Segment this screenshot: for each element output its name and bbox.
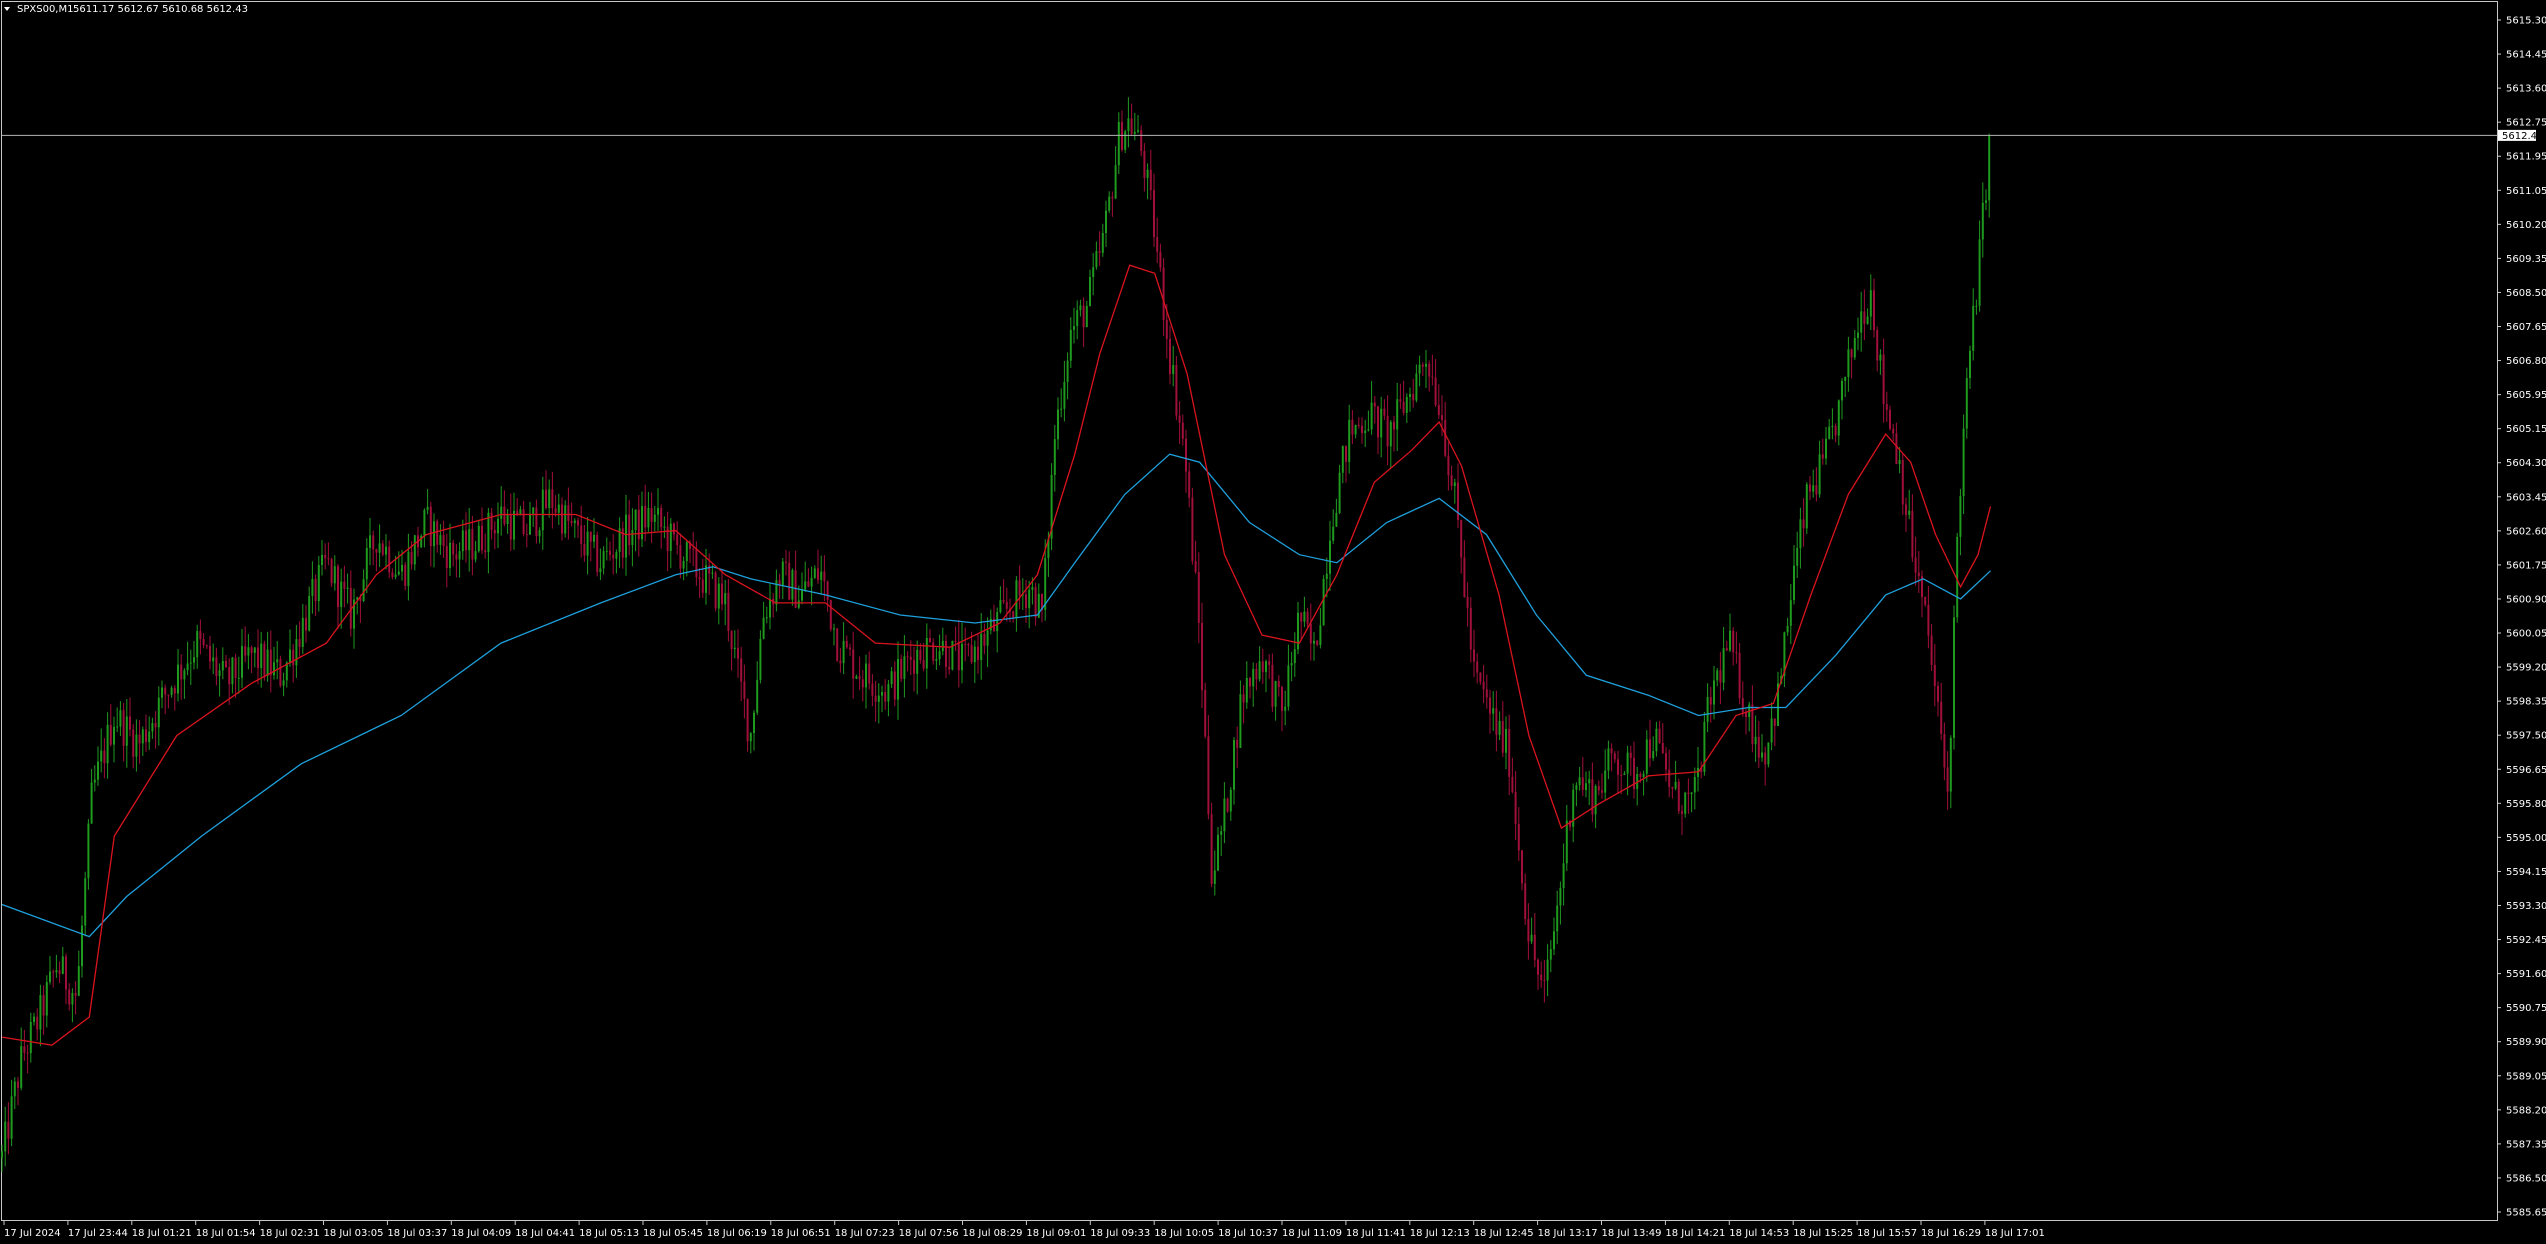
price-tick-label: 5599.20	[2506, 663, 2546, 674]
time-tick-label: 18 Jul 15:25	[1793, 1228, 1853, 1239]
candle	[564, 500, 567, 538]
last-price-label: 5612.43	[2502, 131, 2543, 142]
price-tick-label: 5600.05	[2506, 629, 2546, 640]
symbol-label: SPXS00,M1	[17, 4, 73, 15]
time-tick-label: 17 Jul 2024	[4, 1228, 61, 1239]
price-tick-label: 5613.60	[2506, 84, 2546, 95]
candle	[932, 638, 935, 665]
time-tick-label: 18 Jul 05:45	[643, 1228, 703, 1239]
time-tick-label: 18 Jul 06:19	[707, 1228, 767, 1239]
time-tick-label: 18 Jul 02:31	[260, 1228, 320, 1239]
candle	[1175, 356, 1178, 421]
price-tick-label: 5594.15	[2506, 867, 2546, 878]
time-tick-label: 18 Jul 07:56	[899, 1228, 959, 1239]
time-tick-label: 18 Jul 01:21	[132, 1228, 192, 1239]
candle	[829, 599, 832, 632]
price-tick-label: 5600.90	[2506, 594, 2546, 605]
time-tick-label: 18 Jul 11:09	[1282, 1228, 1342, 1239]
price-tick-label: 5615.30	[2506, 16, 2546, 27]
time-tick-label: 18 Jul 04:09	[451, 1228, 511, 1239]
time-tick-label: 18 Jul 10:37	[1218, 1228, 1278, 1239]
candle	[714, 570, 717, 612]
price-tick-label: 5603.45	[2506, 492, 2546, 503]
time-tick-label: 18 Jul 16:29	[1921, 1228, 1981, 1239]
time-tick-label: 18 Jul 17:01	[1985, 1228, 2045, 1239]
candle	[330, 557, 333, 587]
price-tick-label: 5608.50	[2506, 288, 2546, 299]
candle	[279, 655, 282, 688]
candle	[1204, 682, 1207, 739]
price-tick-label: 5587.35	[2506, 1139, 2546, 1150]
price-tick-label: 5591.60	[2506, 969, 2546, 980]
price-tick-label: 5605.95	[2506, 390, 2546, 401]
candle	[1191, 487, 1194, 565]
time-tick-label: 18 Jul 13:17	[1538, 1228, 1598, 1239]
price-tick-label: 5585.65	[2506, 1208, 2546, 1219]
chart-background	[0, 0, 2546, 1244]
price-tick-label: 5605.15	[2506, 424, 2546, 435]
time-tick-label: 18 Jul 03:05	[324, 1228, 384, 1239]
time-tick-label: 18 Jul 10:05	[1154, 1228, 1214, 1239]
candle	[1677, 778, 1680, 815]
price-tick-label: 5595.80	[2506, 799, 2546, 810]
price-tick-label: 5592.45	[2506, 935, 2546, 946]
price-tick-label: 5593.30	[2506, 901, 2546, 912]
price-tick-label: 5614.45	[2506, 50, 2546, 61]
time-tick-label: 18 Jul 08:29	[963, 1228, 1023, 1239]
candle	[1050, 463, 1053, 551]
candle	[1124, 129, 1127, 153]
time-tick-label: 18 Jul 11:41	[1346, 1228, 1406, 1239]
price-chart[interactable]: 5615.30 5614.45 5613.60 5612.75 5611.95 5611.…	[0, 0, 2546, 1244]
time-tick-label: 18 Jul 15:57	[1857, 1228, 1917, 1239]
price-tick-label: 5606.80	[2506, 356, 2546, 367]
candle	[836, 628, 839, 663]
price-tick-label: 5590.75	[2506, 1003, 2546, 1014]
price-tick-label: 5610.20	[2506, 220, 2546, 231]
candle	[1767, 742, 1770, 768]
time-tick-label: 17 Jul 23:44	[68, 1228, 128, 1239]
price-tick-label: 5595.00	[2506, 833, 2546, 844]
candle	[596, 531, 599, 577]
time-tick-label: 18 Jul 14:21	[1665, 1228, 1725, 1239]
price-tick-label: 5589.90	[2506, 1037, 2546, 1048]
price-tick-label: 5601.75	[2506, 560, 2546, 571]
time-tick-label: 18 Jul 05:13	[579, 1228, 639, 1239]
price-tick-label: 5611.95	[2506, 152, 2546, 163]
time-tick-label: 18 Jul 12:45	[1474, 1228, 1534, 1239]
price-tick-label: 5612.75	[2506, 118, 2546, 129]
time-tick-label: 18 Jul 09:01	[1026, 1228, 1086, 1239]
candle	[1953, 605, 1955, 750]
time-tick-label: 18 Jul 14:53	[1729, 1228, 1789, 1239]
candle	[1805, 482, 1808, 534]
time-tick-label: 18 Jul 04:41	[515, 1228, 575, 1239]
candle	[1684, 791, 1687, 818]
candle	[420, 534, 423, 549]
price-tick-label: 5607.65	[2506, 322, 2546, 333]
candle	[263, 640, 266, 681]
time-tick-label: 18 Jul 13:49	[1602, 1228, 1662, 1239]
candle	[1965, 367, 1968, 439]
price-tick-label: 5596.65	[2506, 765, 2546, 776]
price-tick-label: 5597.50	[2506, 731, 2546, 742]
price-tick-label: 5589.05	[2506, 1071, 2546, 1082]
last-price-tag: 5612.43	[2498, 129, 2543, 142]
price-tick-label: 5604.30	[2506, 458, 2546, 469]
candle	[1210, 802, 1213, 888]
price-tick-label: 5598.35	[2506, 697, 2546, 708]
price-tick-label: 5611.05	[2506, 186, 2546, 197]
price-tick-label: 5586.50	[2506, 1173, 2546, 1184]
time-tick-label: 18 Jul 12:13	[1410, 1228, 1470, 1239]
time-tick-label: 18 Jul 01:54	[196, 1228, 256, 1239]
price-tick-label: 5602.60	[2506, 526, 2546, 537]
ohlc-values: 5611.17 5612.67 5610.68 5612.43	[73, 4, 248, 15]
price-tick-label: 5588.20	[2506, 1105, 2546, 1116]
time-tick-label: 18 Jul 07:23	[835, 1228, 895, 1239]
time-tick-label: 18 Jul 06:51	[771, 1228, 831, 1239]
time-tick-label: 18 Jul 03:37	[387, 1228, 447, 1239]
candle	[1226, 797, 1229, 814]
time-tick-label: 18 Jul 09:33	[1090, 1228, 1150, 1239]
chart-header[interactable]: SPXS00,M1 5611.17 5612.67 5610.68 5612.4…	[4, 4, 248, 15]
price-tick-label: 5609.35	[2506, 254, 2546, 265]
